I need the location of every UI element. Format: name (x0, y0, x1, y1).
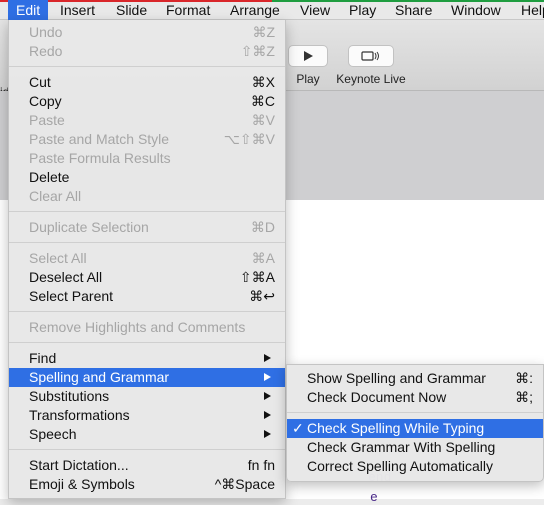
keynote-live-button[interactable] (348, 45, 394, 67)
submenu-arrow-icon (264, 373, 271, 381)
menu-separator (9, 449, 285, 450)
code-text: e (370, 490, 378, 505)
menu-item-duplicate-selection: Duplicate Selection ⌘D (29, 219, 275, 235)
submenu-item-check-document-now[interactable]: Check Document Now ⌘; (287, 388, 543, 407)
menu-item-cut[interactable]: Cut ⌘X (9, 73, 285, 92)
submenu-item-check-spelling-while-typing[interactable]: ✓ Check Spelling While Typing (287, 419, 543, 438)
keynote-live-icon (361, 51, 379, 61)
menu-item-paste-formula-results: Paste Formula Results (29, 150, 171, 166)
menu-separator (9, 211, 285, 212)
menu-item-find[interactable]: Find (9, 349, 285, 368)
menu-arrange[interactable]: Arrange (222, 0, 288, 20)
menu-item-emoji-symbols[interactable]: Emoji & Symbols ^⌘Space (9, 475, 285, 494)
menu-item-deselect-all[interactable]: Deselect All ⇧⌘A (9, 268, 285, 287)
menu-share[interactable]: Share (387, 0, 440, 20)
menu-item-select-parent[interactable]: Select Parent ⌘↩ (9, 287, 285, 306)
menu-play[interactable]: Play (341, 0, 384, 20)
menu-item-copy[interactable]: Copy ⌘C (9, 92, 285, 111)
menu-item-transformations[interactable]: Transformations (9, 406, 285, 425)
menu-item-substitutions[interactable]: Substitutions (9, 387, 285, 406)
menu-format[interactable]: Format (158, 0, 218, 20)
menu-separator (9, 242, 285, 243)
edit-menu: Undo ⌘Z Redo ⇧⌘Z Cut ⌘X Copy ⌘C Paste ⌘V Past… (8, 20, 286, 499)
menu-item-start-dictation[interactable]: Start Dictation... fn fn (9, 456, 285, 475)
submenu-arrow-icon (264, 411, 271, 419)
menu-insert[interactable]: Insert (52, 0, 103, 20)
menu-separator (9, 66, 285, 67)
submenu-item-check-grammar[interactable]: Check Grammar With Spelling (287, 438, 543, 457)
menu-item-redo: Redo ⇧⌘Z (29, 43, 275, 59)
checkmark-icon: ✓ (292, 420, 304, 436)
menu-item-undo: Undo ⌘Z (29, 24, 275, 40)
menu-bar: Edit Insert Slide Format Arrange View Pl… (0, 0, 544, 20)
menu-item-spelling-and-grammar[interactable]: Spelling and Grammar (9, 368, 285, 387)
menu-separator (9, 342, 285, 343)
menu-item-paste-match-style: Paste and Match Style ⌥⇧⌘V (29, 131, 275, 147)
menu-view[interactable]: View (292, 0, 338, 20)
menu-item-speech[interactable]: Speech (9, 425, 285, 444)
submenu-arrow-icon (264, 430, 271, 438)
play-button[interactable] (288, 45, 328, 67)
menu-separator (287, 412, 543, 413)
submenu-item-correct-spelling[interactable]: Correct Spelling Automatically (287, 457, 543, 476)
menu-item-delete[interactable]: Delete (9, 168, 285, 187)
menu-item-paste: Paste ⌘V (29, 112, 275, 128)
menu-separator (9, 311, 285, 312)
play-label: Play (296, 72, 320, 86)
menu-item-clear-all: Clear All (29, 188, 82, 204)
menu-window[interactable]: Window (443, 0, 509, 20)
submenu-arrow-icon (264, 354, 271, 362)
menu-item-select-all: Select All ⌘A (29, 250, 275, 266)
menu-help[interactable]: Help (513, 0, 544, 20)
submenu-arrow-icon (264, 392, 271, 400)
menu-edit[interactable]: Edit (8, 0, 49, 20)
play-icon (304, 51, 313, 61)
spelling-grammar-submenu: Show Spelling and Grammar ⌘: Check Docume… (286, 364, 544, 482)
submenu-item-show-spelling[interactable]: Show Spelling and Grammar ⌘: (287, 369, 543, 388)
menu-slide[interactable]: Slide (108, 0, 155, 20)
menu-item-remove-highlights: Remove Highlights and Comments (29, 319, 246, 335)
keynote-live-label: Keynote Live (336, 72, 406, 86)
